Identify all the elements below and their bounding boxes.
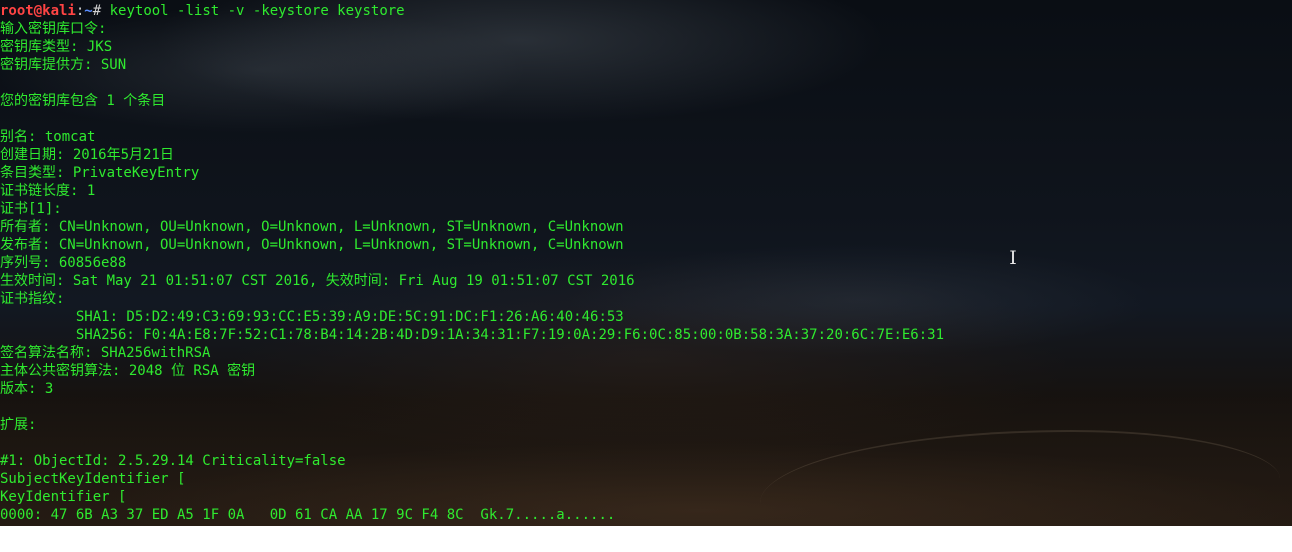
output-line: 创建日期: 2016年5月21日 (0, 147, 174, 163)
output-line: SHA1: D5:D2:49:C3:69:93:CC:E5:39:A9:DE:5… (0, 309, 624, 325)
prompt-path: ~ (84, 3, 93, 19)
output-line: 签名算法名称: SHA256withRSA (0, 345, 211, 361)
output-line: 0000: 47 6B A3 37 ED A5 1F 0A 0D 61 CA A… (0, 507, 616, 523)
prompt-symbol: # (92, 3, 102, 19)
output-line: 主体公共密钥算法: 2048 位 RSA 密钥 (0, 363, 256, 379)
output-line: 证书[1]: (0, 201, 62, 217)
output-line: 序列号: 60856e88 (0, 255, 127, 271)
output-line: 输入密钥库口令: (0, 21, 107, 37)
text-cursor-icon: I (1009, 247, 1017, 269)
output-line: 别名: tomcat (0, 129, 96, 145)
output-line: 版本: 3 (0, 381, 54, 397)
output-line: 密钥库类型: JKS (0, 39, 113, 55)
terminal-output[interactable]: root@kali:~# keytool -list -v -keystore … (0, 2, 1292, 526)
output-line: 证书指纹: (0, 291, 65, 307)
output-line: SHA256: F0:4A:E8:7F:52:C1:78:B4:14:2B:4D… (0, 327, 945, 343)
prompt-user-host: root@kali (0, 3, 76, 19)
output-line: 扩展: (0, 417, 37, 433)
output-line: #1: ObjectId: 2.5.29.14 Criticality=fals… (0, 453, 346, 469)
output-line: 条目类型: PrivateKeyEntry (0, 165, 200, 181)
output-line: SubjectKeyIdentifier [ (0, 471, 186, 487)
output-line: 发布者: CN=Unknown, OU=Unknown, O=Unknown, … (0, 237, 624, 253)
typed-command: keytool -list -v -keystore keystore (101, 3, 405, 19)
prompt-line: root@kali:~# keytool -list -v -keystore … (0, 2, 1292, 20)
output-line: 所有者: CN=Unknown, OU=Unknown, O=Unknown, … (0, 219, 624, 235)
output-line: 您的密钥库包含 1 个条目 (0, 93, 166, 109)
output-line: 生效时间: Sat May 21 01:51:07 CST 2016, 失效时间… (0, 273, 635, 289)
output-line: 证书链长度: 1 (0, 183, 96, 199)
output-line: KeyIdentifier [ (0, 489, 127, 505)
output-line: 密钥库提供方: SUN (0, 57, 127, 73)
